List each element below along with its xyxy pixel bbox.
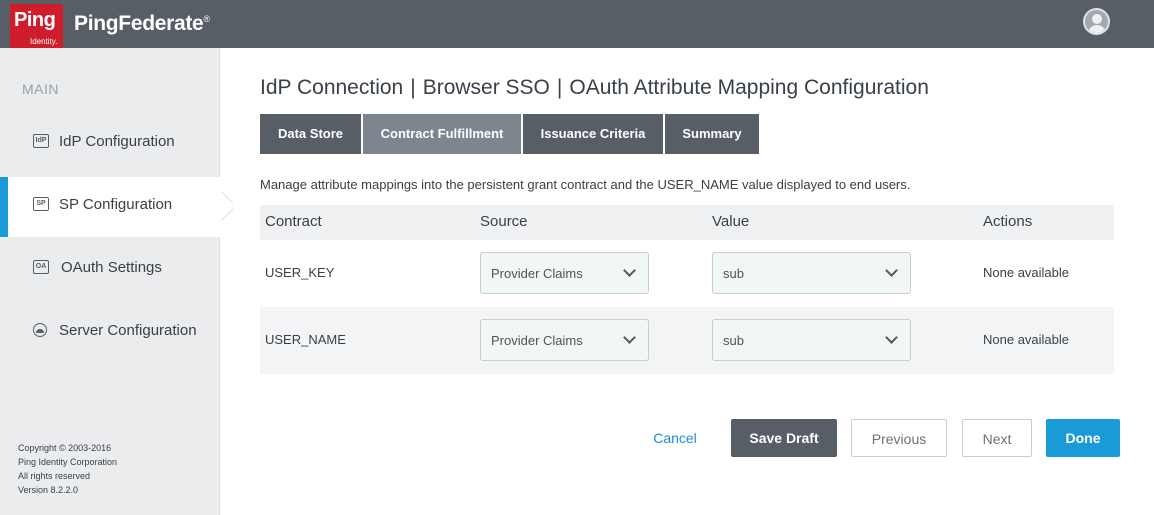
active-pointer: [221, 177, 233, 237]
sidebar-item-sp-configuration[interactable]: SP SP Configuration: [0, 177, 221, 237]
page-title: IdP Connection | Browser SSO | OAuth Attribu…: [260, 76, 929, 99]
previous-button[interactable]: Previous: [851, 419, 947, 457]
chevron-down-icon: [623, 331, 636, 344]
table-row: USER_KEY Provider Claims sub None availa…: [260, 240, 1114, 307]
copyright-text: Copyright © 2003-2016 Ping Identity Corp…: [18, 443, 118, 495]
product-name: PingFederate®: [74, 12, 210, 35]
oauth-icon: OA: [33, 260, 49, 274]
table-row: USER_NAME Provider Claims sub None avail…: [260, 307, 1114, 374]
contract-name: USER_KEY: [265, 265, 335, 280]
tab-summary[interactable]: Summary: [665, 114, 759, 154]
chevron-down-icon: [885, 264, 898, 277]
table-header: Contract Source Value Actions: [260, 205, 1114, 240]
column-header-contract: Contract: [265, 213, 322, 230]
wizard-tabs: Data Store Contract Fulfillment Issuance…: [260, 114, 761, 154]
logo-text: Ping: [14, 9, 56, 31]
server-icon: [33, 323, 47, 337]
value-select[interactable]: sub: [712, 319, 911, 361]
source-select[interactable]: Provider Claims: [480, 319, 649, 361]
source-select[interactable]: Provider Claims: [480, 252, 649, 294]
next-button[interactable]: Next: [962, 419, 1032, 457]
cancel-button[interactable]: Cancel: [640, 419, 710, 457]
idp-icon: IdP: [33, 134, 49, 148]
actions-text: None available: [983, 265, 1070, 280]
sidebar-item-label: IdP Configuration: [59, 133, 175, 150]
column-header-value: Value: [712, 213, 750, 230]
save-draft-button[interactable]: Save Draft: [731, 419, 837, 457]
sp-icon: SP: [33, 197, 49, 211]
breadcrumb-browser-sso: Browser SSO: [422, 76, 550, 99]
mapping-table: Contract Source Value Actions USER_KEY P…: [260, 205, 1114, 374]
actions-text: None available: [983, 332, 1070, 347]
user-avatar-icon[interactable]: [1083, 8, 1110, 35]
contract-name: USER_NAME: [265, 332, 346, 347]
sidebar-item-label: SP Configuration: [59, 196, 173, 213]
column-header-source: Source: [480, 213, 528, 230]
ping-identity-logo[interactable]: Ping Identity.: [10, 4, 63, 51]
tab-issuance-criteria[interactable]: Issuance Criteria: [523, 114, 663, 154]
sidebar: MAIN IdP IdP Configuration SP SP Configu…: [0, 48, 221, 515]
value-select[interactable]: sub: [712, 252, 911, 294]
column-header-actions: Actions: [983, 213, 1033, 230]
breadcrumb-oauth-attribute-mapping: OAuth Attribute Mapping Configuration: [569, 76, 929, 99]
sidebar-item-idp-configuration[interactable]: IdP IdP Configuration: [0, 114, 220, 174]
breadcrumb-idp-connection: IdP Connection: [260, 76, 404, 99]
page-description: Manage attribute mappings into the persi…: [260, 177, 911, 192]
tab-data-store[interactable]: Data Store: [260, 114, 361, 154]
sidebar-item-label: Server Configuration: [59, 322, 197, 339]
sidebar-item-oauth-settings[interactable]: OA OAuth Settings: [0, 240, 220, 300]
top-bar: Ping Identity. PingFederate®: [0, 0, 1154, 51]
sidebar-item-server-configuration[interactable]: Server Configuration: [0, 303, 220, 363]
done-button[interactable]: Done: [1046, 419, 1120, 457]
chevron-down-icon: [885, 331, 898, 344]
chevron-down-icon: [623, 264, 636, 277]
logo-subtext: Identity.: [30, 37, 58, 46]
tab-contract-fulfillment[interactable]: Contract Fulfillment: [363, 114, 521, 154]
sidebar-heading: MAIN: [22, 81, 59, 97]
sidebar-item-label: OAuth Settings: [61, 259, 162, 276]
